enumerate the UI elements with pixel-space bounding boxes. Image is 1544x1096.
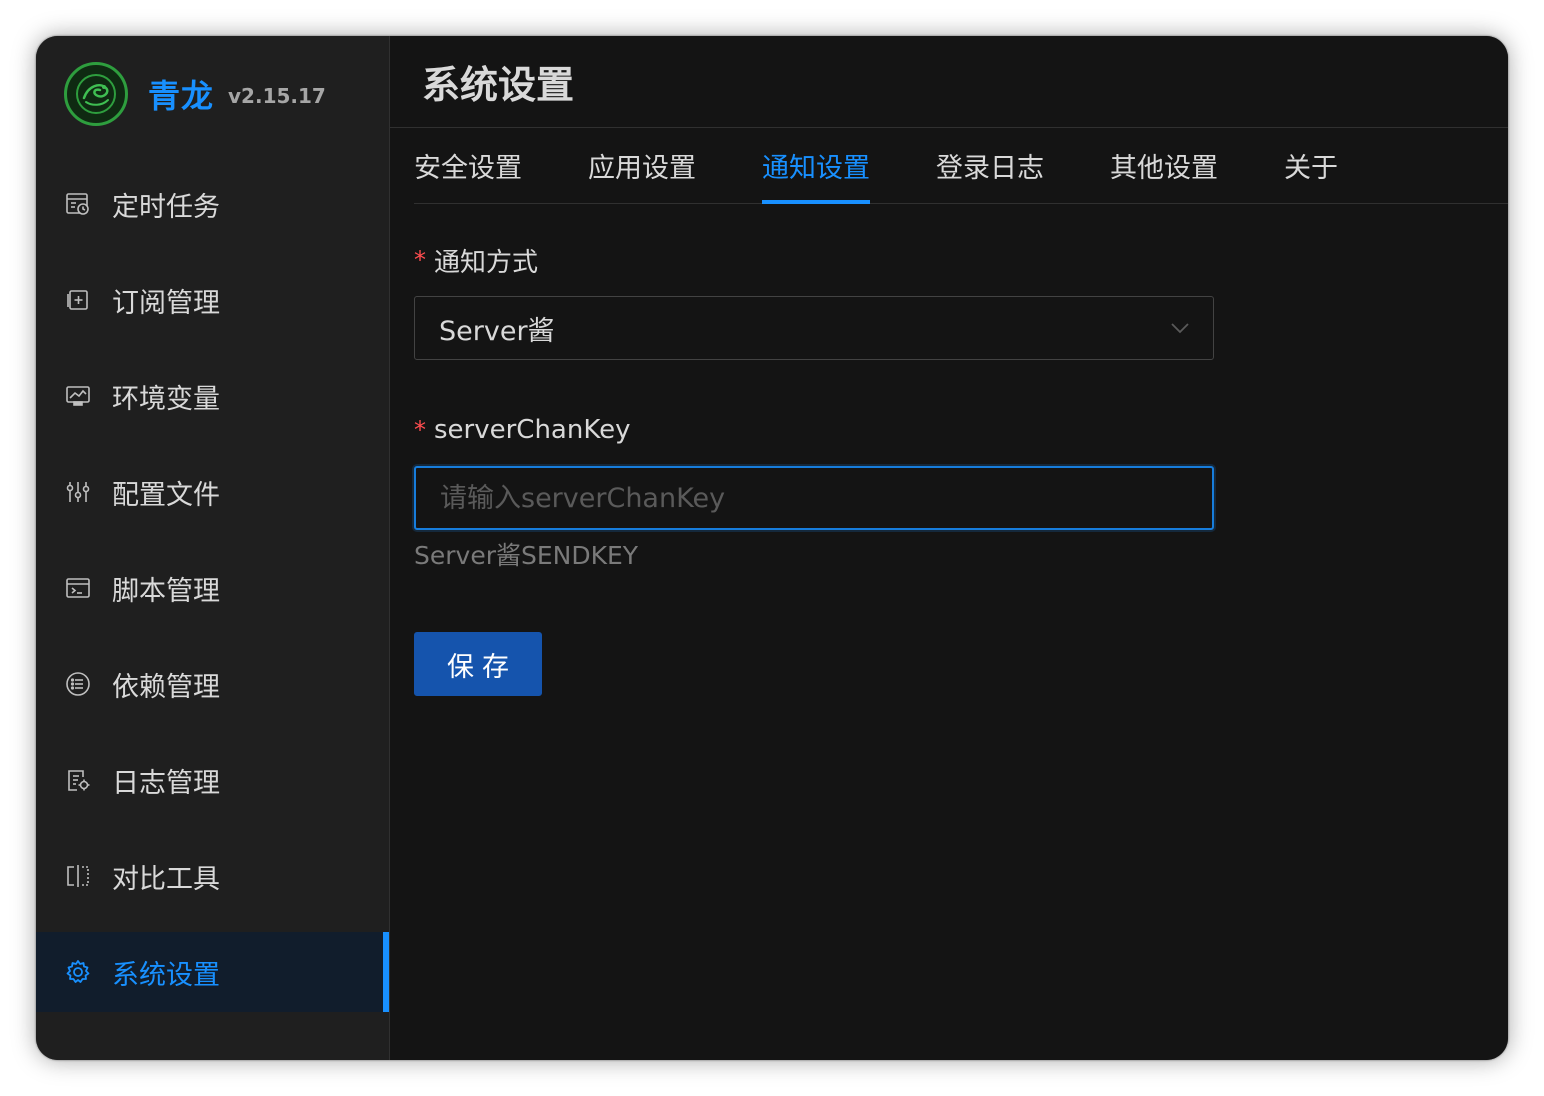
settings-tabs: 安全设置 应用设置 通知设置 登录日志 其他设置 关于 xyxy=(414,128,1508,204)
sliders-icon xyxy=(64,478,92,506)
sidebar-item-subscription[interactable]: 订阅管理 xyxy=(36,260,389,340)
sidebar-item-label: 定时任务 xyxy=(112,191,220,223)
terminal-window-icon xyxy=(64,574,92,602)
tab-app[interactable]: 应用设置 xyxy=(588,128,696,203)
sidebar-item-settings[interactable]: 系统设置 xyxy=(36,932,389,1012)
notify-method-label: * 通知方式 xyxy=(414,242,1214,278)
sidebar-item-cron[interactable]: 定时任务 xyxy=(36,164,389,244)
notify-method-select[interactable]: Server酱 xyxy=(414,296,1214,360)
sidebar-item-label: 环境变量 xyxy=(112,383,220,415)
sidebar-item-label: 脚本管理 xyxy=(112,575,220,607)
page-header: 系统设置 xyxy=(390,36,1508,128)
sidebar-item-label: 配置文件 xyxy=(112,479,220,511)
server-chan-key-label: * serverChanKey xyxy=(414,412,1214,448)
save-button[interactable]: 保存 xyxy=(414,632,542,696)
diff-icon xyxy=(64,862,92,890)
required-asterisk: * xyxy=(414,246,426,274)
gear-icon xyxy=(64,958,92,986)
subscription-icon xyxy=(64,286,92,314)
sidebar: 青龙 v2.15.17 定时任务 订阅管理 环境变量 配置文件 脚本管理 依赖管… xyxy=(36,36,390,1060)
sidebar-item-label: 系统设置 xyxy=(112,959,220,991)
notify-method-value: Server酱 xyxy=(439,315,555,347)
server-chan-key-input[interactable] xyxy=(414,466,1214,530)
chevron-down-icon xyxy=(1171,323,1189,334)
server-chan-key-label-text: serverChanKey xyxy=(434,415,631,445)
list-circle-icon xyxy=(64,670,92,698)
sidebar-item-env[interactable]: 环境变量 xyxy=(36,356,389,436)
page-title: 系统设置 xyxy=(422,63,575,107)
required-asterisk: * xyxy=(414,416,426,444)
tab-other[interactable]: 其他设置 xyxy=(1110,128,1218,203)
server-chan-key-help: Server酱SENDKEY xyxy=(414,541,639,570)
sidebar-item-label: 日志管理 xyxy=(112,767,220,799)
brand: 青龙 v2.15.17 xyxy=(36,36,389,152)
sidebar-item-label: 对比工具 xyxy=(112,863,220,895)
tab-login-log[interactable]: 登录日志 xyxy=(936,128,1044,203)
brand-version: v2.15.17 xyxy=(228,84,326,108)
main-content: 系统设置 安全设置 应用设置 通知设置 登录日志 其他设置 关于 * 通知方式 … xyxy=(390,36,1508,1060)
server-chan-key-field: * serverChanKey Server酱SENDKEY xyxy=(414,412,1214,572)
app-window: 青龙 v2.15.17 定时任务 订阅管理 环境变量 配置文件 脚本管理 依赖管… xyxy=(36,36,1508,1060)
notification-form: * 通知方式 Server酱 * serverChanKey Server酱SE… xyxy=(390,204,1214,696)
sidebar-item-label: 订阅管理 xyxy=(112,287,220,319)
notify-method-label-text: 通知方式 xyxy=(434,247,539,278)
sidebar-item-logs[interactable]: 日志管理 xyxy=(36,740,389,820)
notify-method-field: * 通知方式 Server酱 xyxy=(414,242,1214,360)
sidebar-item-deps[interactable]: 依赖管理 xyxy=(36,644,389,724)
calendar-clock-icon xyxy=(64,190,92,218)
monitor-icon xyxy=(64,382,92,410)
tab-security[interactable]: 安全设置 xyxy=(414,128,522,203)
sidebar-item-config[interactable]: 配置文件 xyxy=(36,452,389,532)
tab-about[interactable]: 关于 xyxy=(1284,128,1338,203)
log-file-icon xyxy=(64,766,92,794)
sidebar-item-scripts[interactable]: 脚本管理 xyxy=(36,548,389,628)
sidebar-item-diff[interactable]: 对比工具 xyxy=(36,836,389,916)
tab-notification[interactable]: 通知设置 xyxy=(762,128,870,204)
sidebar-item-label: 依赖管理 xyxy=(112,671,220,703)
sidebar-menu: 定时任务 订阅管理 环境变量 配置文件 脚本管理 依赖管理 日志管理 对比工具 … xyxy=(36,164,389,1012)
brand-name: 青龙 xyxy=(148,77,215,115)
qinglong-logo-icon xyxy=(64,62,128,126)
